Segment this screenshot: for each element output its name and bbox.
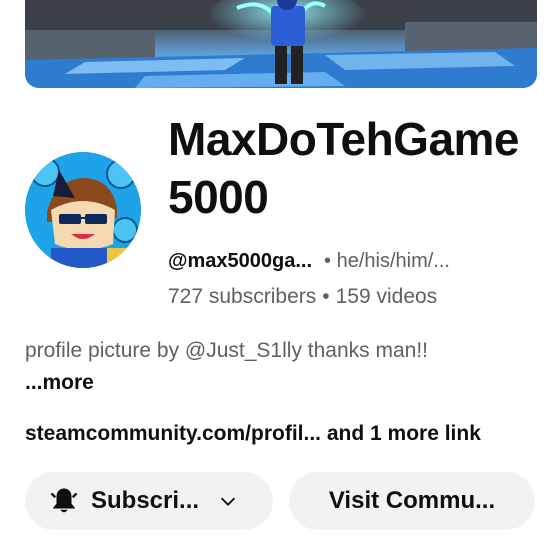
subscribe-button[interactable]: Subscri... — [25, 472, 273, 530]
channel-handle[interactable]: @max5000ga... — [168, 250, 312, 272]
channel-page: MaxDoTehGame5000 @max5000ga... • he/his/h… — [0, 0, 560, 560]
channel-pronouns: • he/his/him/... — [324, 250, 450, 272]
video-count: 159 videos — [335, 285, 438, 308]
channel-description[interactable]: profile picture by @Just_S1lly thanks ma… — [25, 335, 465, 399]
visit-community-label: Visit Commu... — [328, 487, 496, 514]
channel-avatar[interactable] — [25, 152, 141, 268]
channel-title: MaxDoTehGame5000 — [168, 113, 520, 223]
channel-banner[interactable] — [25, 0, 537, 88]
channel-links[interactable]: steamcommunity.com/profil... and 1 more … — [25, 420, 481, 448]
primary-link[interactable]: steamcommunity.com/profil... — [25, 422, 321, 445]
description-text: profile picture by @Just_S1lly thanks ma… — [25, 339, 428, 362]
channel-handle-row[interactable]: @max5000ga... • he/his/him/... — [168, 247, 538, 275]
bell-icon — [50, 488, 78, 513]
subscribe-label: Subscri... — [91, 487, 200, 514]
subscriber-count: 727 subscribers — [168, 285, 317, 308]
channel-stats: 727 subscribers • 159 videos — [168, 283, 437, 311]
visit-community-button[interactable]: Visit Commu... — [289, 472, 535, 530]
chevron-down-icon — [220, 497, 236, 506]
stats-separator: • — [322, 285, 330, 308]
more-links[interactable]: and 1 more link — [321, 422, 481, 445]
description-more-link[interactable]: ...more — [25, 371, 94, 394]
